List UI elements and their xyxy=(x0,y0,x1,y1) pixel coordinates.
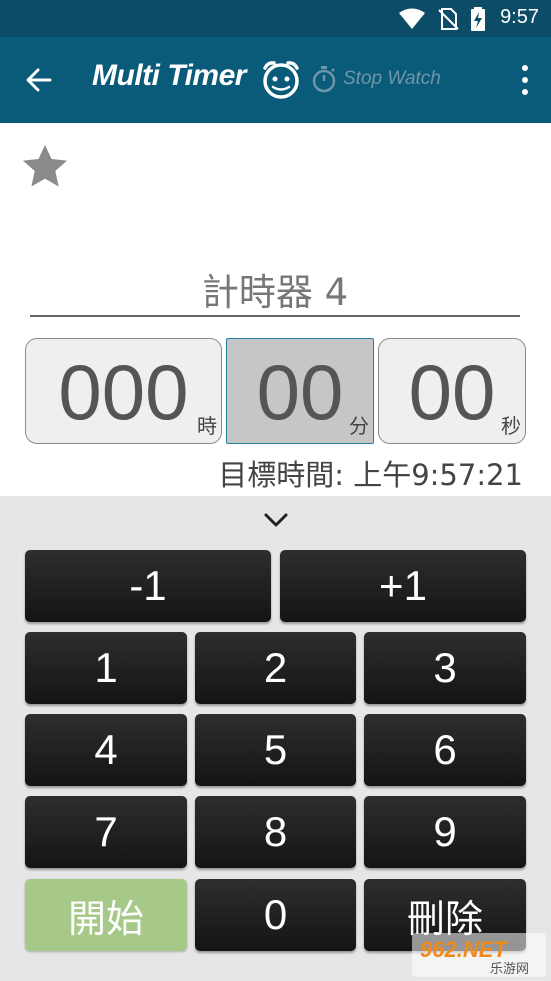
minutes-field[interactable]: 00 分 xyxy=(226,338,374,444)
key-3-button[interactable]: 3 xyxy=(364,632,526,704)
dot-icon xyxy=(522,89,528,95)
watermark-logo: 962.NET 乐游网 xyxy=(412,933,546,977)
timer-name-field[interactable]: 計時器 4 xyxy=(30,262,520,316)
arrow-back-icon xyxy=(26,68,52,92)
chevron-down-icon xyxy=(264,513,288,527)
wifi-icon xyxy=(399,8,425,29)
key-6-button[interactable]: 6 xyxy=(364,714,526,786)
hours-unit: 時 xyxy=(197,414,217,438)
collapse-keypad-button[interactable] xyxy=(258,508,294,532)
plus-one-button[interactable]: +1 xyxy=(280,550,526,622)
target-time: 目標時間: 上午9:57:21 xyxy=(218,458,523,492)
hours-value: 000 xyxy=(58,348,189,436)
star-icon xyxy=(23,145,67,187)
app-bar: Multi Timer Stop Watch xyxy=(0,37,551,123)
key-0-button[interactable]: 0 xyxy=(195,879,356,951)
dot-icon xyxy=(522,65,528,71)
key-4-button[interactable]: 4 xyxy=(25,714,187,786)
watermark-main-text: 962.NET xyxy=(420,937,508,962)
alarm-clock-icon xyxy=(263,61,299,99)
dot-icon xyxy=(522,77,528,83)
key-2-button[interactable]: 2 xyxy=(195,632,356,704)
seconds-unit: 秒 xyxy=(501,414,521,438)
status-time: 9:57 xyxy=(500,6,539,28)
minus-one-button[interactable]: -1 xyxy=(25,550,271,622)
name-underline xyxy=(30,315,520,317)
battery-charging-icon xyxy=(471,7,485,31)
start-button[interactable]: 開始 xyxy=(25,879,187,951)
stopwatch-icon xyxy=(312,66,336,93)
overflow-menu-button[interactable] xyxy=(515,65,535,95)
stopwatch-label: Stop Watch xyxy=(343,68,441,89)
key-1-button[interactable]: 1 xyxy=(25,632,187,704)
status-bar: 9:57 xyxy=(0,0,551,37)
seconds-field[interactable]: 00 秒 xyxy=(378,338,526,444)
app-title: Multi Timer xyxy=(92,59,246,92)
key-8-button[interactable]: 8 xyxy=(195,796,356,868)
key-9-button[interactable]: 9 xyxy=(364,796,526,868)
minutes-unit: 分 xyxy=(349,414,369,438)
stopwatch-tab[interactable]: Stop Watch xyxy=(311,65,441,93)
hours-field[interactable]: 000 時 xyxy=(25,338,222,444)
no-sim-icon xyxy=(438,8,459,30)
key-7-button[interactable]: 7 xyxy=(25,796,187,868)
back-button[interactable] xyxy=(18,59,60,101)
favorite-button[interactable] xyxy=(22,144,68,192)
keypad: -1 +1 1 2 3 4 5 6 7 8 9 開始 0 刪除 xyxy=(0,496,551,981)
key-5-button[interactable]: 5 xyxy=(195,714,356,786)
watermark-sub-text: 乐游网 xyxy=(490,962,529,977)
